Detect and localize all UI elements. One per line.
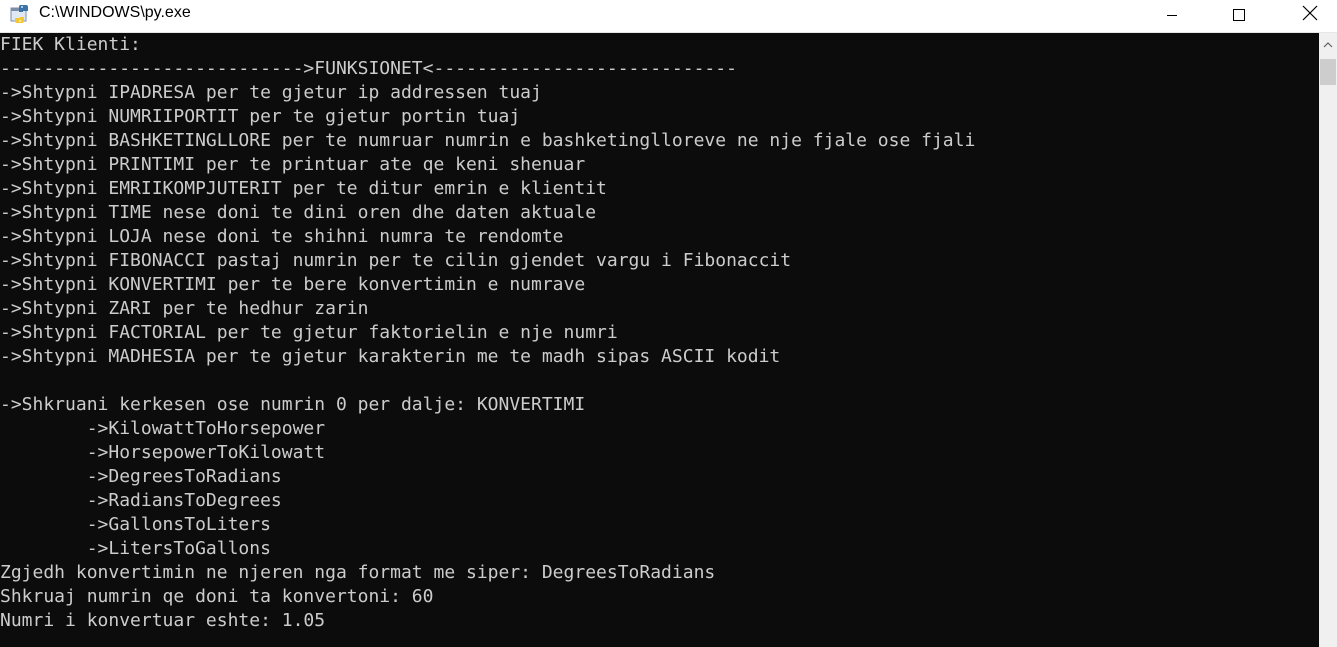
console-line: ->LitersToGallons — [0, 538, 271, 559]
console-text: FIEK Klienti: ---------------------------… — [0, 33, 975, 633]
minimize-button[interactable] — [1149, 0, 1195, 30]
console-line: ->GallonsToLiters — [0, 514, 271, 535]
chevron-up-icon — [1323, 35, 1333, 53]
console-line: ->Shtypni KONVERTIMI per te bere konvert… — [0, 274, 586, 295]
console-line: ->Shtypni MADHESIA per te gjetur karakte… — [0, 346, 781, 367]
console-line: ->Shtypni LOJA nese doni te shihni numra… — [0, 226, 564, 247]
scroll-up-button[interactable] — [1319, 33, 1337, 55]
console-line: ->Shkruani kerkesen ose numrin 0 per dal… — [0, 394, 586, 415]
console-line: ->Shtypni EMRIIKOMPJUTERIT per te ditur … — [0, 178, 607, 199]
console-line: Zgjedh konvertimin ne njeren nga format … — [0, 562, 716, 583]
close-icon — [1302, 5, 1318, 26]
console-line: ->Shtypni FACTORIAL per te gjetur faktor… — [0, 322, 618, 343]
console-line: ---------------------------->FUNKSIONET<… — [0, 58, 737, 79]
window-title: C:\WINDOWS\py.exe — [39, 4, 191, 21]
console-line: ->RadiansToDegrees — [0, 490, 282, 511]
scrollbar-thumb[interactable] — [1320, 59, 1336, 85]
console-output[interactable]: FIEK Klienti: ---------------------------… — [0, 33, 1319, 647]
maximize-button[interactable] — [1216, 0, 1262, 30]
console-line: FIEK Klienti: — [0, 34, 141, 55]
title-bar[interactable]: C:\WINDOWS\py.exe — [0, 0, 1337, 33]
console-line: Shkruaj numrin qe doni ta konvertoni: 60 — [0, 586, 434, 607]
console-line: ->Shtypni FIBONACCI pastaj numrin per te… — [0, 250, 792, 271]
console-line: ->Shtypni TIME nese doni te dini oren dh… — [0, 202, 597, 223]
console-line: ->Shtypni NUMRIIPORTIT per te gjetur por… — [0, 106, 521, 127]
console-line: ->Shtypni PRINTIMI per te printuar ate q… — [0, 154, 586, 175]
console-line: ->Shtypni BASHKETINGLLORE per te numruar… — [0, 130, 976, 151]
minimize-icon — [1167, 14, 1177, 16]
python-launcher-icon — [9, 3, 31, 25]
console-line: ->Shtypni IPADRESA per te gjetur ip addr… — [0, 82, 542, 103]
console-line: ->DegreesToRadians — [0, 466, 282, 487]
vertical-scrollbar[interactable] — [1319, 33, 1337, 647]
console-line: ->HorsepowerToKilowatt — [0, 442, 326, 463]
console-line: ->Shtypni ZARI per te hedhur zarin — [0, 298, 369, 319]
maximize-icon — [1233, 9, 1245, 21]
console-window: C:\WINDOWS\py.exe FIEK Klienti: ---------… — [0, 0, 1337, 647]
console-line: Numri i konvertuar eshte: 1.05 — [0, 610, 326, 631]
close-button[interactable] — [1287, 0, 1333, 30]
console-line: ->KilowattToHorsepower — [0, 418, 326, 439]
